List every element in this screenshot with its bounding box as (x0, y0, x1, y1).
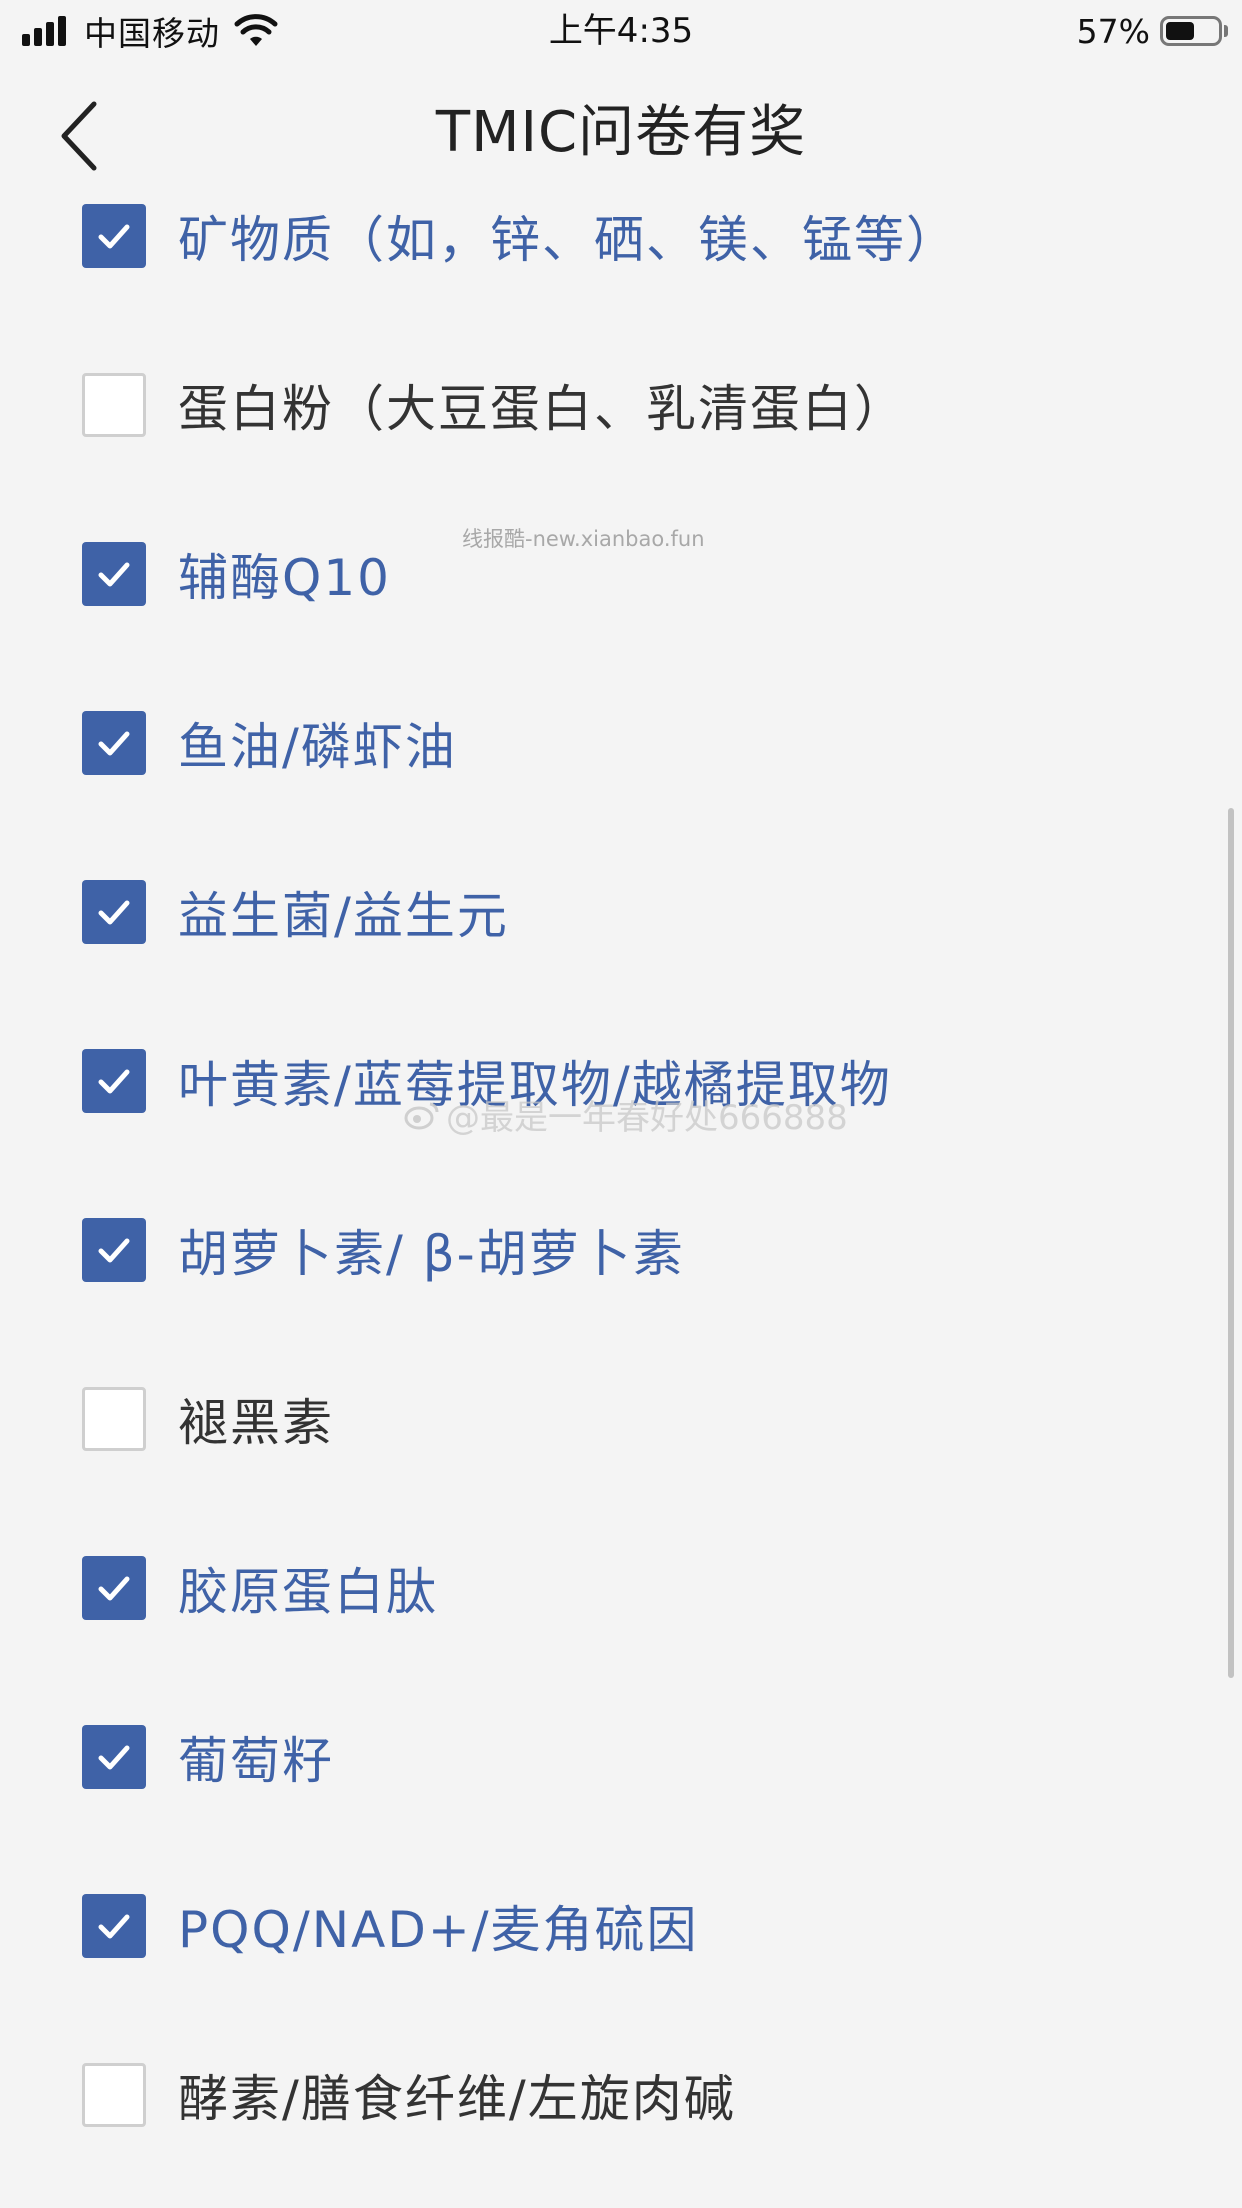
option-label: 褪黑素 (178, 1394, 334, 1452)
checkbox-unchecked[interactable] (82, 1387, 146, 1451)
checkmark-icon (98, 562, 130, 587)
battery-fill (1166, 22, 1194, 40)
checkbox-checked[interactable] (82, 542, 146, 606)
option-label: 胶原蛋白肽 (178, 1563, 438, 1621)
checkbox-unchecked[interactable] (82, 2063, 146, 2127)
back-button[interactable] (52, 98, 112, 174)
checkmark-icon (98, 731, 130, 756)
option-item[interactable]: 胡萝卜素/ β-胡萝卜素 (82, 1215, 685, 1285)
status-right: 57% (1077, 0, 1228, 62)
option-label: 葡萄籽 (178, 1732, 334, 1790)
weibo-icon (404, 1102, 439, 1129)
checkmark-icon (98, 1745, 130, 1770)
option-item[interactable]: 鱼油/磷虾油 (82, 708, 457, 778)
checkbox-checked[interactable] (82, 1894, 146, 1958)
checkbox-checked[interactable] (82, 711, 146, 775)
option-item[interactable]: PQQ/NAD+/麦角硫因 (82, 1891, 699, 1961)
option-label: 蛋白粉（大豆蛋白、乳清蛋白） (178, 380, 906, 438)
battery-percent: 57% (1076, 11, 1150, 51)
checkbox-checked[interactable] (82, 204, 146, 268)
option-label: 鱼油/磷虾油 (178, 718, 457, 776)
option-item[interactable]: 褪黑素 (82, 1384, 334, 1454)
battery-icon (1160, 16, 1222, 46)
checkbox-checked[interactable] (82, 1556, 146, 1620)
nav-bar: TMIC问卷有奖 (0, 62, 1242, 204)
site-watermark: 线报酷-new.xianbao.fun (462, 527, 705, 551)
page-title: TMIC问卷有奖 (435, 100, 807, 165)
option-item[interactable]: 胶原蛋白肽 (82, 1553, 438, 1623)
checkbox-unchecked[interactable] (82, 373, 146, 437)
option-item[interactable]: 酵素/膳食纤维/左旋肉碱 (82, 2060, 736, 2130)
checkmark-icon (98, 900, 130, 925)
checkbox-checked[interactable] (82, 1218, 146, 1282)
checkbox-checked[interactable] (82, 1725, 146, 1789)
option-label: 辅酶Q10 (178, 549, 391, 607)
checkmark-icon (98, 1238, 130, 1263)
weibo-watermark-text: @最是一年春好处666888 (446, 1098, 848, 1138)
checkbox-checked[interactable] (82, 880, 146, 944)
status-bar: 中国移动 上午4:35 57% (0, 0, 1242, 62)
scrollbar[interactable] (1228, 808, 1234, 1678)
option-label: 益生菌/益生元 (178, 887, 509, 945)
option-label: PQQ/NAD+/麦角硫因 (178, 1901, 699, 1959)
option-item[interactable]: 葡萄籽 (82, 1722, 334, 1792)
option-label: 矿物质（如，锌、硒、镁、锰等） (178, 211, 958, 269)
option-label: 胡萝卜素/ β-胡萝卜素 (178, 1225, 685, 1283)
checkmark-icon (98, 224, 130, 249)
status-time: 上午4:35 (548, 11, 694, 51)
checkmark-icon (98, 1576, 130, 1601)
option-item[interactable]: 蛋白粉（大豆蛋白、乳清蛋白） (82, 370, 906, 440)
checkmark-icon (98, 1914, 130, 1939)
chevron-left-icon (61, 101, 97, 171)
checkmark-icon (98, 1069, 130, 1094)
battery-cap (1224, 25, 1228, 37)
option-item[interactable]: 辅酶Q10 (82, 539, 391, 609)
checkbox-checked[interactable] (82, 1049, 146, 1113)
option-item[interactable]: 益生菌/益生元 (82, 877, 509, 947)
weibo-watermark: @最是一年春好处666888 (404, 1090, 848, 1139)
option-item[interactable]: 矿物质（如，锌、硒、镁、锰等） (82, 201, 958, 271)
option-label: 酵素/膳食纤维/左旋肉碱 (178, 2070, 736, 2128)
